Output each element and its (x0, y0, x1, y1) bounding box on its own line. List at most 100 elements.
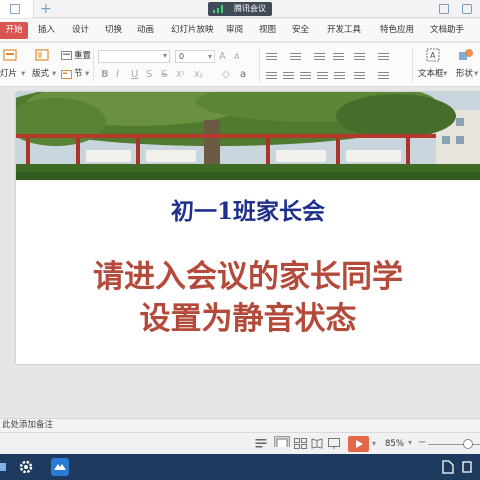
layout-icon[interactable] (35, 49, 49, 62)
section-label[interactable]: 节 (74, 69, 83, 80)
italic-icon[interactable]: I (116, 69, 119, 81)
chevron-down-icon[interactable]: ▾ (85, 69, 89, 80)
line-spacing-icon[interactable] (354, 53, 365, 62)
section-icon[interactable] (61, 70, 72, 80)
align-left-icon[interactable] (266, 72, 277, 81)
shape-label[interactable]: 形状 (456, 69, 473, 80)
tab-design[interactable]: 设计 (72, 23, 89, 38)
chevron-down-icon[interactable]: ▾ (443, 69, 447, 80)
document-icon (10, 4, 20, 14)
font-size-value: 0 (179, 52, 185, 61)
tab-security[interactable]: 安全 (292, 23, 309, 38)
font-name-select[interactable]: ▾ (98, 50, 170, 63)
notes-toggle-icon[interactable] (255, 438, 269, 449)
new-slide-label[interactable]: 灯片 (0, 69, 17, 80)
window-restore-icon[interactable] (462, 4, 472, 14)
chevron-down-icon[interactable]: ▾ (408, 437, 412, 448)
slide-workspace: 初一1班家长会 请进入会议的家长同学 设置为静音状态 (0, 88, 480, 418)
textbox-label[interactable]: 文本框 (418, 69, 444, 80)
zoom-slider-thumb[interactable] (463, 439, 473, 449)
tencent-meeting-icon[interactable] (51, 458, 69, 476)
numbered-list-icon[interactable] (290, 53, 301, 62)
meeting-indicator[interactable]: 腾讯会议 (208, 2, 272, 16)
eraser-icon[interactable]: ◇ (222, 69, 230, 81)
chevron-down-icon[interactable]: ▾ (372, 438, 376, 449)
document-tab[interactable] (0, 0, 34, 18)
font-shrink-icon[interactable]: A (234, 51, 239, 63)
presenter-view-icon[interactable] (328, 438, 340, 449)
notes-pane[interactable]: 此处添加备注 (0, 418, 480, 432)
system-tray-icon[interactable] (461, 459, 479, 477)
chevron-down-icon[interactable]: ▾ (474, 69, 478, 80)
tab-start[interactable]: 开始 (0, 22, 28, 39)
meeting-label: 腾讯会议 (234, 4, 266, 13)
school-photo (16, 92, 480, 180)
play-slideshow-button[interactable] (348, 436, 369, 452)
tab-features[interactable]: 特色应用 (380, 23, 414, 38)
chevron-down-icon: ▾ (162, 51, 167, 60)
slide-body-line: 请进入会议的家长同学 (93, 259, 403, 295)
tab-insert[interactable]: 插入 (38, 23, 55, 38)
layout-label[interactable]: 版式 (32, 69, 49, 80)
align-center-icon[interactable] (283, 72, 294, 81)
slide-title[interactable]: 初一1班家长会 (16, 192, 480, 226)
title-bar: + 腾讯会议 (0, 0, 480, 18)
font-grow-icon[interactable]: A (219, 51, 226, 63)
decrease-indent-icon[interactable] (314, 53, 325, 62)
tab-animation[interactable]: 动画 (137, 23, 154, 38)
distribute-icon[interactable] (334, 72, 345, 81)
ribbon-toolbar: 灯片 ▾ 版式 ▾ 重置 节 ▾ ▾ 0 ▾ A A B I U S S X² … (0, 43, 480, 87)
tab-slideshow[interactable]: 幻灯片放映 (171, 23, 214, 38)
tab-view[interactable]: 视图 (259, 23, 276, 38)
signal-icon (213, 5, 227, 13)
new-slide-icon[interactable] (3, 49, 17, 62)
slide-body-line: 设置为静音状态 (139, 301, 357, 337)
svg-text:A: A (430, 51, 436, 60)
subscript-icon[interactable]: X₂ (194, 69, 203, 81)
align-right-icon[interactable] (300, 72, 311, 81)
justify-icon[interactable] (317, 72, 328, 81)
shape-icon[interactable] (458, 48, 474, 62)
align-text-icon[interactable] (378, 72, 389, 81)
reset-icon[interactable] (61, 51, 72, 61)
os-taskbar (0, 454, 480, 480)
chevron-down-icon[interactable]: ▾ (21, 69, 25, 80)
chevron-down-icon[interactable]: ▾ (52, 69, 56, 80)
notifications-icon[interactable] (441, 459, 459, 477)
slide-body-text[interactable]: 请进入会议的家长同学 设置为静音状态 (16, 256, 480, 340)
zoom-level[interactable]: 85% (385, 438, 404, 450)
ribbon-divider (412, 48, 413, 82)
tab-developer[interactable]: 开发工具 (327, 23, 361, 38)
notes-placeholder: 此处添加备注 (2, 420, 54, 430)
shadow-icon[interactable]: S (146, 69, 152, 81)
bullet-list-icon[interactable] (266, 53, 277, 62)
slide-sorter-icon[interactable] (294, 438, 307, 449)
reset-label[interactable]: 重置 (74, 51, 91, 62)
settings-gear-icon[interactable] (17, 458, 35, 476)
columns-icon[interactable] (354, 72, 365, 81)
ribbon-divider (93, 48, 94, 82)
chevron-down-icon: ▾ (207, 52, 212, 61)
textbox-icon[interactable]: A (426, 48, 440, 62)
font-color-icon[interactable]: a (240, 69, 246, 81)
strikethrough-icon[interactable]: S (161, 69, 167, 81)
ribbon-divider (259, 48, 260, 82)
reading-view-icon[interactable] (311, 438, 323, 449)
increase-indent-icon[interactable] (333, 53, 344, 62)
text-direction-icon[interactable] (378, 53, 389, 62)
normal-view-icon[interactable] (274, 436, 290, 447)
window-layout-icon[interactable] (439, 4, 449, 14)
taskbar-app-icon[interactable] (0, 458, 18, 476)
font-size-select[interactable]: 0 ▾ (175, 50, 215, 63)
tab-transition[interactable]: 切换 (105, 23, 122, 38)
tab-review[interactable]: 审阅 (226, 23, 243, 38)
zoom-out-icon[interactable]: − (418, 437, 426, 448)
menu-bar: 开始 插入 设计 切换 动画 幻灯片放映 审阅 视图 安全 开发工具 特色应用 … (0, 19, 480, 42)
superscript-icon[interactable]: X² (176, 69, 185, 81)
underline-icon[interactable]: U (131, 69, 138, 81)
bold-icon[interactable]: B (101, 69, 109, 81)
tab-doc-assistant[interactable]: 文档助手 (430, 23, 464, 38)
status-bar: ▾ 85% ▾ − (0, 432, 480, 454)
slide-canvas[interactable]: 初一1班家长会 请进入会议的家长同学 设置为静音状态 (16, 92, 480, 364)
new-tab-icon[interactable]: + (40, 1, 52, 17)
